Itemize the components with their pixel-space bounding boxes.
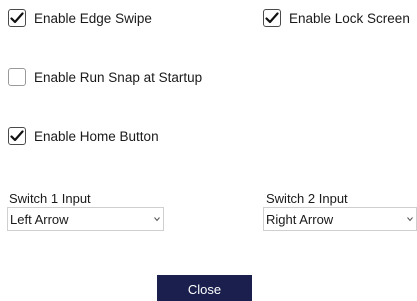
edge-swipe-checkbox[interactable]: [8, 9, 26, 27]
edge-swipe-option[interactable]: Enable Edge Swipe: [8, 8, 152, 28]
checkmark-icon: [10, 130, 24, 142]
switch2-label: Switch 2 Input: [266, 191, 348, 206]
run-snap-label: Enable Run Snap at Startup: [34, 69, 203, 85]
switch1-value: Left Arrow: [10, 211, 69, 227]
home-button-option[interactable]: Enable Home Button: [8, 126, 159, 146]
lock-screen-option[interactable]: Enable Lock Screen: [263, 8, 410, 28]
run-snap-option[interactable]: Enable Run Snap at Startup: [8, 67, 202, 87]
run-snap-checkbox[interactable]: [8, 68, 26, 86]
dropdown-arrow-icon: [153, 215, 161, 223]
switch1-select[interactable]: Left Arrow: [7, 207, 164, 231]
home-button-label: Enable Home Button: [34, 128, 159, 144]
lock-screen-checkbox[interactable]: [263, 9, 281, 27]
home-button-checkbox[interactable]: [8, 127, 26, 145]
switch2-select[interactable]: Right Arrow: [263, 207, 417, 231]
switch1-label: Switch 1 Input: [9, 191, 91, 206]
lock-screen-label: Enable Lock Screen: [289, 10, 410, 26]
checkmark-icon: [265, 12, 279, 24]
edge-swipe-label: Enable Edge Swipe: [34, 10, 152, 26]
checkmark-icon: [10, 12, 24, 24]
dropdown-arrow-icon: [406, 215, 414, 223]
switch2-value: Right Arrow: [266, 211, 334, 227]
settings-panel: Enable Edge Swipe Enable Lock Screen Ena…: [0, 0, 417, 301]
close-button[interactable]: Close: [157, 275, 252, 301]
